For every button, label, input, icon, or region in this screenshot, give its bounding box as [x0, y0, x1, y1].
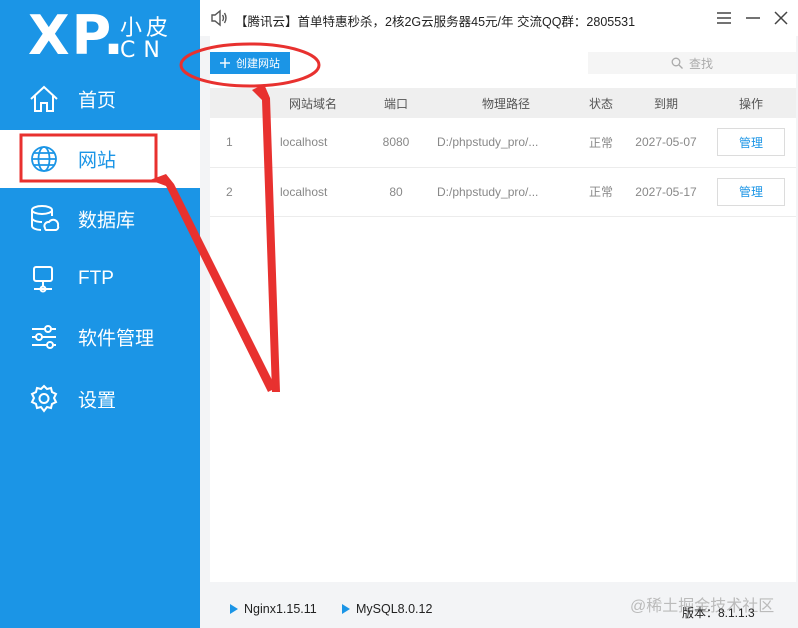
column-header: 状态: [588, 96, 613, 111]
status-bar: Nginx1.15.11 MySQL8.0.12 @稀土掘金技术社区 版本：8.…: [200, 592, 798, 628]
globe-icon: [31, 146, 57, 172]
row-port: 80: [389, 184, 403, 199]
table-row: 2 localhost 80 D:/phpstudy_pro/... 正常 20…: [210, 167, 796, 216]
service-label: MySQL8.0.12: [356, 602, 433, 616]
sidebar: XP. 小皮 CN 首页 网站 数据库 FTP 软件管理 设置: [0, 0, 200, 628]
nav-item-website[interactable]: 网站: [0, 130, 200, 188]
table-header-row: 网站域名 端口 物理路径 状态 到期 操作: [210, 88, 796, 118]
column-header: 端口: [383, 96, 408, 111]
play-icon: [230, 604, 238, 614]
nav-item-software[interactable]: 软件管理: [0, 308, 200, 366]
row-expires: 2027-05-17: [635, 184, 697, 199]
nav-item-ftp[interactable]: FTP: [0, 250, 200, 308]
gear-icon: [30, 384, 58, 413]
logo-main: XP.: [28, 4, 126, 67]
row-domain: localhost: [280, 135, 328, 150]
nav-label: 数据库: [78, 210, 136, 232]
content-panel: 创建网站 查找 网站域名 端口 物理路径 状态 到期 操作 1 localhos…: [210, 36, 796, 582]
main-area: 【腾讯云】首单特惠秒杀，2核2G云服务器45元/年 交流QQ群：2805531 …: [200, 0, 798, 628]
manage-button[interactable]: 管理: [717, 128, 785, 157]
sliders-icon: [32, 325, 56, 349]
close-icon[interactable]: [772, 9, 790, 27]
logo: XP. 小皮 CN: [28, 4, 188, 74]
row-path: D:/phpstudy_pro/...: [437, 184, 539, 199]
nginx-service[interactable]: Nginx1.15.11: [230, 602, 317, 616]
column-header: 物理路径: [481, 96, 530, 111]
search-icon: [671, 57, 683, 69]
mysql-service[interactable]: MySQL8.0.12: [342, 602, 432, 616]
search-input[interactable]: 查找: [588, 52, 796, 74]
table-row: 1 localhost 8080 D:/phpstudy_pro/... 正常 …: [210, 118, 796, 167]
row-status: 正常: [588, 135, 613, 150]
row-port: 8080: [382, 135, 410, 150]
nav-label: 网站: [78, 150, 117, 172]
row-status: 正常: [588, 185, 613, 199]
version-text: 版本：8.1.1.3: [682, 606, 755, 620]
row-domain: localhost: [280, 184, 328, 199]
minimize-icon[interactable]: [744, 9, 762, 27]
ftp-icon: [33, 266, 53, 293]
manage-button[interactable]: 管理: [717, 177, 785, 206]
logo-sub-domain: CN: [120, 38, 168, 63]
notice-text[interactable]: 【腾讯云】首单特惠秒杀，2核2G云服务器45元/年 交流QQ群：2805531: [235, 11, 635, 30]
nav-item-settings[interactable]: 设置: [0, 370, 200, 428]
row-path: D:/phpstudy_pro/...: [437, 135, 539, 150]
row-index: 2: [226, 184, 233, 199]
column-header: 操作: [738, 96, 763, 111]
column-header: 网站域名: [288, 96, 337, 111]
nav-label: 首页: [78, 90, 117, 112]
create-website-label: 创建网站: [236, 58, 280, 70]
top-bar: 【腾讯云】首单特惠秒杀，2核2G云服务器45元/年 交流QQ群：2805531: [200, 0, 798, 36]
menu-icon[interactable]: [715, 9, 733, 27]
row-index: 1: [226, 135, 233, 150]
speaker-icon: [211, 9, 227, 27]
nav-label: 软件管理: [78, 328, 155, 350]
nav-label: FTP: [78, 268, 114, 289]
nav-item-database[interactable]: 数据库: [0, 190, 200, 248]
home-icon: [30, 85, 58, 112]
plus-icon: [220, 58, 230, 68]
service-label: Nginx1.15.11: [244, 602, 317, 616]
website-table: 网站域名 端口 物理路径 状态 到期 操作 1 localhost 8080 D…: [210, 88, 796, 217]
column-header: [210, 88, 270, 118]
create-website-button[interactable]: 创建网站: [210, 52, 290, 74]
nav-label: 设置: [78, 390, 117, 412]
row-expires: 2027-05-07: [635, 135, 697, 150]
search-placeholder: 查找: [688, 56, 713, 71]
database-icon: [31, 205, 60, 231]
play-icon: [342, 604, 350, 614]
nav-item-home[interactable]: 首页: [0, 70, 200, 128]
column-header: 到期: [653, 96, 678, 111]
